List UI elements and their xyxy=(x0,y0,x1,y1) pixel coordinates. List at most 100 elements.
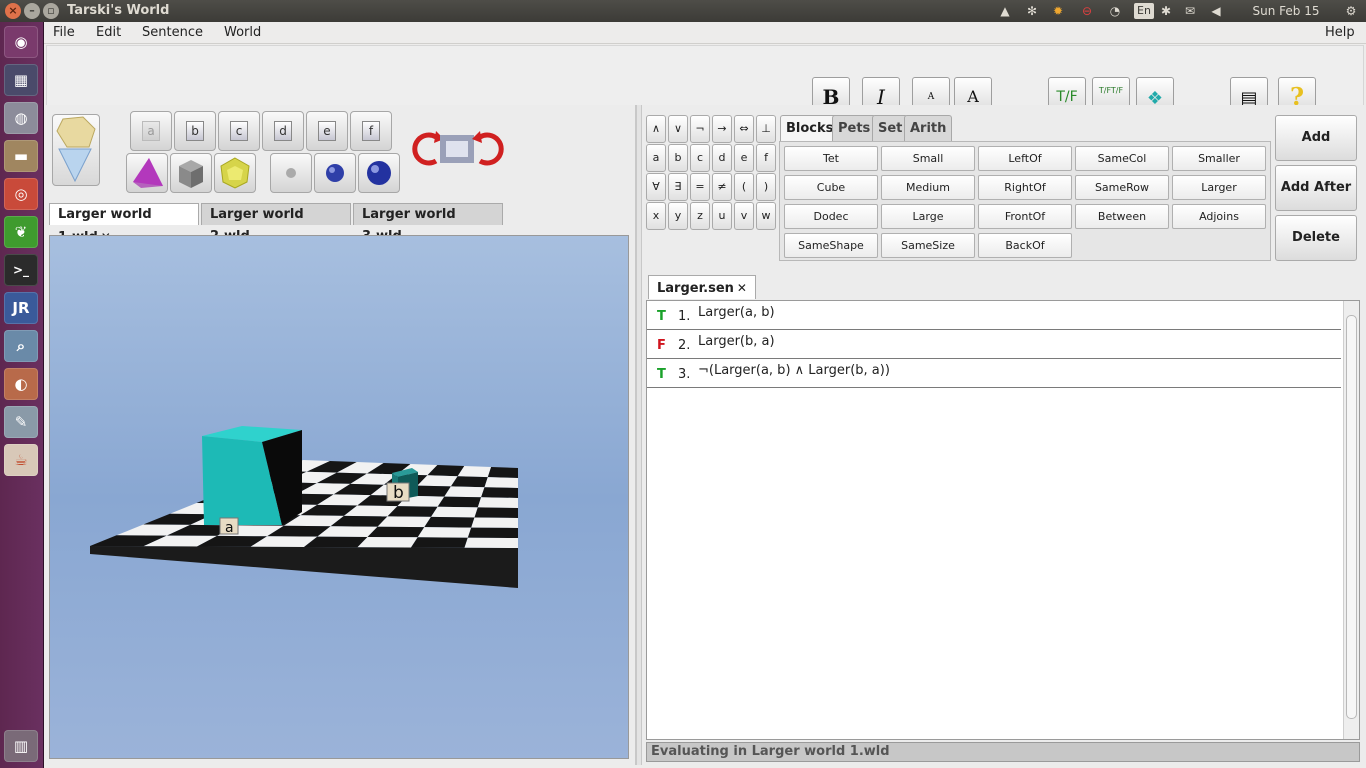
board-square[interactable] xyxy=(467,527,518,538)
chrome-icon[interactable]: ◎ xyxy=(4,178,38,210)
label-e-button[interactable]: e xyxy=(306,111,348,151)
symbol-key[interactable]: ∨ xyxy=(668,115,688,143)
board-square[interactable] xyxy=(357,537,418,548)
palette-tab-set[interactable]: Set xyxy=(872,115,909,141)
presentation-icon[interactable]: ◐ xyxy=(4,368,38,400)
sentence-text[interactable]: Larger(b, a) xyxy=(698,334,775,349)
symbol-key[interactable]: ) xyxy=(756,173,776,201)
board-square[interactable] xyxy=(367,526,425,538)
board-square[interactable] xyxy=(464,537,519,548)
board-square[interactable] xyxy=(431,506,478,518)
predicate-button-cube[interactable]: Cube xyxy=(784,175,878,200)
label-b-button[interactable]: b xyxy=(174,111,216,151)
sentence-text[interactable]: ¬(Larger(a, b) ∧ Larger(b, a)) xyxy=(698,363,890,378)
volume-icon[interactable]: ◀ xyxy=(1208,2,1224,20)
symbol-key[interactable]: u xyxy=(712,202,732,230)
symbol-key[interactable]: z xyxy=(690,202,710,230)
add-before-button[interactable]: Add Before xyxy=(1275,115,1357,189)
ubuntu-dash-icon[interactable]: ◉ xyxy=(4,26,38,58)
symbol-key[interactable]: x xyxy=(646,202,666,230)
symbol-key[interactable]: e xyxy=(734,144,754,172)
sentence-editor[interactable]: T 1. Larger(a, b) F 2. Larger(b, a) T 3.… xyxy=(646,300,1360,740)
rotate-control[interactable] xyxy=(410,131,506,167)
bluetooth-icon[interactable]: ✱ xyxy=(1158,2,1174,20)
palette-tab-blocks[interactable]: Blocks xyxy=(780,115,840,141)
sentence-file-tab[interactable]: Larger.sen ✕ xyxy=(648,275,756,299)
predicate-button-adjoins[interactable]: Adjoins xyxy=(1172,204,1266,229)
java-icon[interactable]: ☕ xyxy=(4,444,38,476)
mail-icon[interactable]: ✉ xyxy=(1182,2,1198,20)
board-square[interactable] xyxy=(424,516,475,528)
symbol-key[interactable]: f xyxy=(756,144,776,172)
predicate-button-sameshape[interactable]: SameShape xyxy=(784,233,878,258)
close-tab-icon[interactable]: ✕ xyxy=(737,281,747,295)
world-tab-2[interactable]: Larger world 2.wld xyxy=(201,203,351,244)
window-close-icon[interactable]: × xyxy=(5,3,21,19)
add-after-button[interactable]: Add After xyxy=(1275,165,1357,211)
board-square[interactable] xyxy=(484,477,519,488)
symbol-key[interactable]: ¬ xyxy=(690,115,710,143)
delete-button[interactable]: Delete xyxy=(1275,215,1357,261)
symbol-key[interactable]: ∧ xyxy=(646,115,666,143)
window-minimize-icon[interactable]: – xyxy=(24,3,40,19)
menu-help[interactable]: Help xyxy=(1325,25,1355,40)
palette-tab-arith[interactable]: Arith xyxy=(904,115,953,141)
keyboard-layout-badge[interactable]: En xyxy=(1134,3,1154,19)
sentence-text[interactable]: Larger(a, b) xyxy=(698,305,775,320)
upload-icon[interactable]: ▲ xyxy=(998,2,1012,20)
board-square[interactable] xyxy=(487,467,518,478)
workspace-switcher-icon[interactable]: ▦ xyxy=(4,64,38,96)
symbol-key[interactable]: ⇔ xyxy=(734,115,754,143)
predicate-button-rightof[interactable]: RightOf xyxy=(978,175,1072,200)
trash-icon[interactable]: ▥ xyxy=(4,730,38,762)
world-3d-view[interactable]: b a xyxy=(49,235,629,759)
symbol-key[interactable]: w xyxy=(756,202,776,230)
jr-app-icon[interactable]: JR xyxy=(4,292,38,324)
block-chooser[interactable] xyxy=(52,114,100,186)
wifi-icon[interactable]: ◔ xyxy=(1106,2,1124,20)
predicate-button-dodec[interactable]: Dodec xyxy=(784,204,878,229)
symbol-key[interactable]: d xyxy=(712,144,732,172)
predicate-button-samecol[interactable]: SameCol xyxy=(1075,146,1169,171)
symbol-key[interactable]: = xyxy=(690,173,710,201)
predicate-button-larger[interactable]: Larger xyxy=(1172,175,1266,200)
symbol-key[interactable]: v xyxy=(734,202,754,230)
text-editor-icon[interactable]: ✎ xyxy=(4,406,38,438)
board-square[interactable] xyxy=(474,507,519,518)
menu-sentence[interactable]: Sentence xyxy=(142,25,203,40)
clock[interactable]: Sun Feb 15 13:50 xyxy=(1236,2,1336,36)
vertical-scrollbar[interactable] xyxy=(1343,301,1359,739)
board-square[interactable] xyxy=(471,517,518,529)
board-square[interactable] xyxy=(437,496,482,508)
world-tab-3[interactable]: Larger world 3.wld xyxy=(353,203,503,244)
sentence-row[interactable]: T 3. ¬(Larger(a, b) ∧ Larger(b, a)) xyxy=(647,359,1341,388)
symbol-key[interactable]: ∃ xyxy=(668,173,688,201)
label-f-button[interactable]: f xyxy=(350,111,392,151)
block-a[interactable]: a xyxy=(202,426,302,536)
sentence-row[interactable]: F 2. Larger(b, a) xyxy=(647,330,1341,359)
predicate-button-frontof[interactable]: FrontOf xyxy=(978,204,1072,229)
no-entry-icon[interactable]: ⊖ xyxy=(1078,2,1096,20)
predicate-button-samesize[interactable]: SameSize xyxy=(881,233,975,258)
software-updater-icon[interactable]: ✹ xyxy=(1050,2,1066,20)
board-square[interactable] xyxy=(411,537,468,548)
board-square[interactable] xyxy=(481,487,518,498)
predicate-button-backof[interactable]: BackOf xyxy=(978,233,1072,258)
predicate-button-medium[interactable]: Medium xyxy=(881,175,975,200)
label-a-button[interactable]: a xyxy=(130,111,172,151)
dropbox-icon[interactable]: ✻ xyxy=(1024,2,1040,20)
cube-button[interactable] xyxy=(170,153,212,193)
predicate-button-between[interactable]: Between xyxy=(1075,204,1169,229)
predicate-button-leftof[interactable]: LeftOf xyxy=(978,146,1072,171)
window-maximize-icon[interactable]: ▫ xyxy=(43,3,59,19)
predicate-button-large[interactable]: Large xyxy=(881,204,975,229)
menu-world[interactable]: World xyxy=(224,25,261,40)
symbol-key[interactable]: c xyxy=(690,144,710,172)
predicate-button-samerow[interactable]: SameRow xyxy=(1075,175,1169,200)
image-viewer-icon[interactable]: ⌕ xyxy=(4,330,38,362)
large-size-button[interactable] xyxy=(358,153,400,193)
board-square[interactable] xyxy=(444,486,485,498)
symbol-key[interactable]: ∀ xyxy=(646,173,666,201)
files-icon[interactable]: ▬ xyxy=(4,140,38,172)
menu-file[interactable]: File xyxy=(53,25,75,40)
